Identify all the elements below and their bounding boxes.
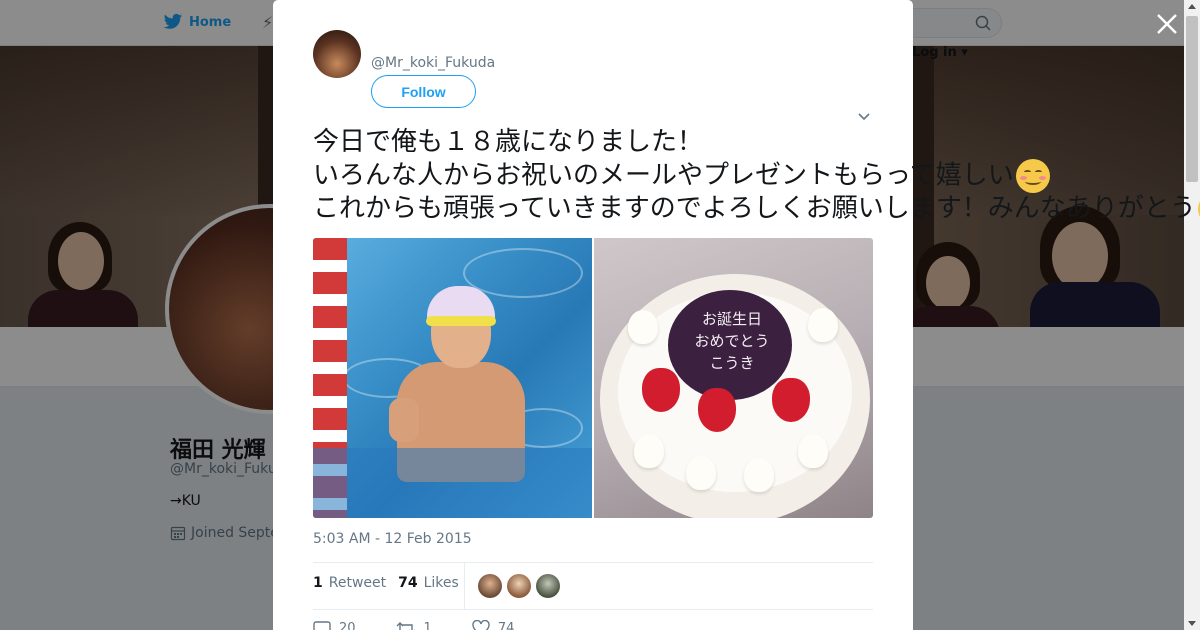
photo-birthday-cake[interactable]: お誕生日 おめでとう こうき [594,238,873,518]
tweet-line-text: これからも頑張っていきますのでよろしくお願いします！みんなありがとう [313,193,1196,224]
like-count: 74 [398,575,418,591]
close-icon[interactable] [1155,12,1179,36]
strawberry [642,368,680,412]
cream-dollop [744,458,774,492]
like-action-count: 74 [497,620,515,630]
author-avatar[interactable] [313,30,361,78]
cake-message-line: お誕生日 [701,310,762,328]
tweet-timestamp[interactable]: 5:03 AM - 12 Feb 2015 [313,531,472,547]
scroll-up-icon[interactable] [1188,4,1196,9]
cream-dollop [808,308,838,342]
pool-water [313,448,592,518]
cream-dollop [798,434,828,468]
tweet-actions: 20 1 74 [313,620,514,630]
retweet-stat-label: Retweet [328,575,387,591]
cake-message-line: こうき [709,354,755,372]
tweet-text: 今日で俺も１８歳になりました！ いろんな人からお祝いのメールやプレゼントもらって… [313,126,1200,226]
cream-dollop [634,434,664,468]
chevron-down-icon[interactable] [857,112,871,122]
liker-avatar[interactable] [536,574,560,598]
retweet-icon[interactable] [396,620,416,630]
reply-count: 20 [339,620,356,630]
liker-avatar[interactable] [478,574,502,598]
cream-dollop [628,310,658,344]
tweet-line: これからも頑張っていきますのでよろしくお願いします！みんなありがとう [313,192,1200,226]
cake-message: お誕生日 おめでとう こうき [678,308,786,374]
author-handle[interactable]: @Mr_koki_Fukuda [371,55,495,71]
tweet-line-text: 今日で俺も１８歳になりました！ [313,127,704,157]
cake-message-line: おめでとう [694,332,770,350]
divider [313,562,873,563]
goggles [426,316,496,326]
retweet-action-count: 1 [423,620,432,630]
heart-icon[interactable] [472,620,490,630]
scroll-down-icon[interactable] [1188,621,1196,626]
photo-swimmer[interactable] [313,238,592,518]
retweet-stat[interactable]: 1 Retweet [313,575,386,591]
divider [313,609,873,610]
liker-avatar[interactable] [507,574,531,598]
cream-dollop [686,456,716,490]
strawberry [698,388,736,432]
tweet-line: いろんな人からお祝いのメールやプレゼントもらって嬉しい [313,159,1050,193]
tweet-media: お誕生日 おめでとう こうき [313,238,873,518]
tweet-modal: @Mr_koki_Fukuda Follow 今日で俺も１８歳になりました！ い… [273,0,1200,630]
reply-action[interactable]: 20 [313,620,356,630]
tweet-stats: 1 Retweet 74 Likes [313,575,471,591]
tweet-line: 今日で俺も１８歳になりました！ [313,126,963,159]
like-stat-label: Likes [423,575,459,591]
stats-separator [464,563,465,609]
liker-avatars [478,574,560,598]
scrollbar-thumb[interactable] [1186,16,1198,182]
page-scrollbar[interactable] [1184,0,1200,630]
like-action[interactable]: 74 [472,620,515,630]
like-stat[interactable]: 74 Likes [398,575,459,591]
strawberry [772,378,810,422]
retweet-action[interactable]: 1 [396,620,432,630]
retweet-count: 1 [313,575,323,591]
thumbs-up-hand [389,398,419,442]
tweet-line-text: いろんな人からお祝いのメールやプレゼントもらって嬉しい [313,160,1014,191]
reply-icon[interactable] [313,620,331,630]
smiling-face-with-blush-icon [1015,159,1050,193]
follow-button[interactable]: Follow [371,75,476,108]
